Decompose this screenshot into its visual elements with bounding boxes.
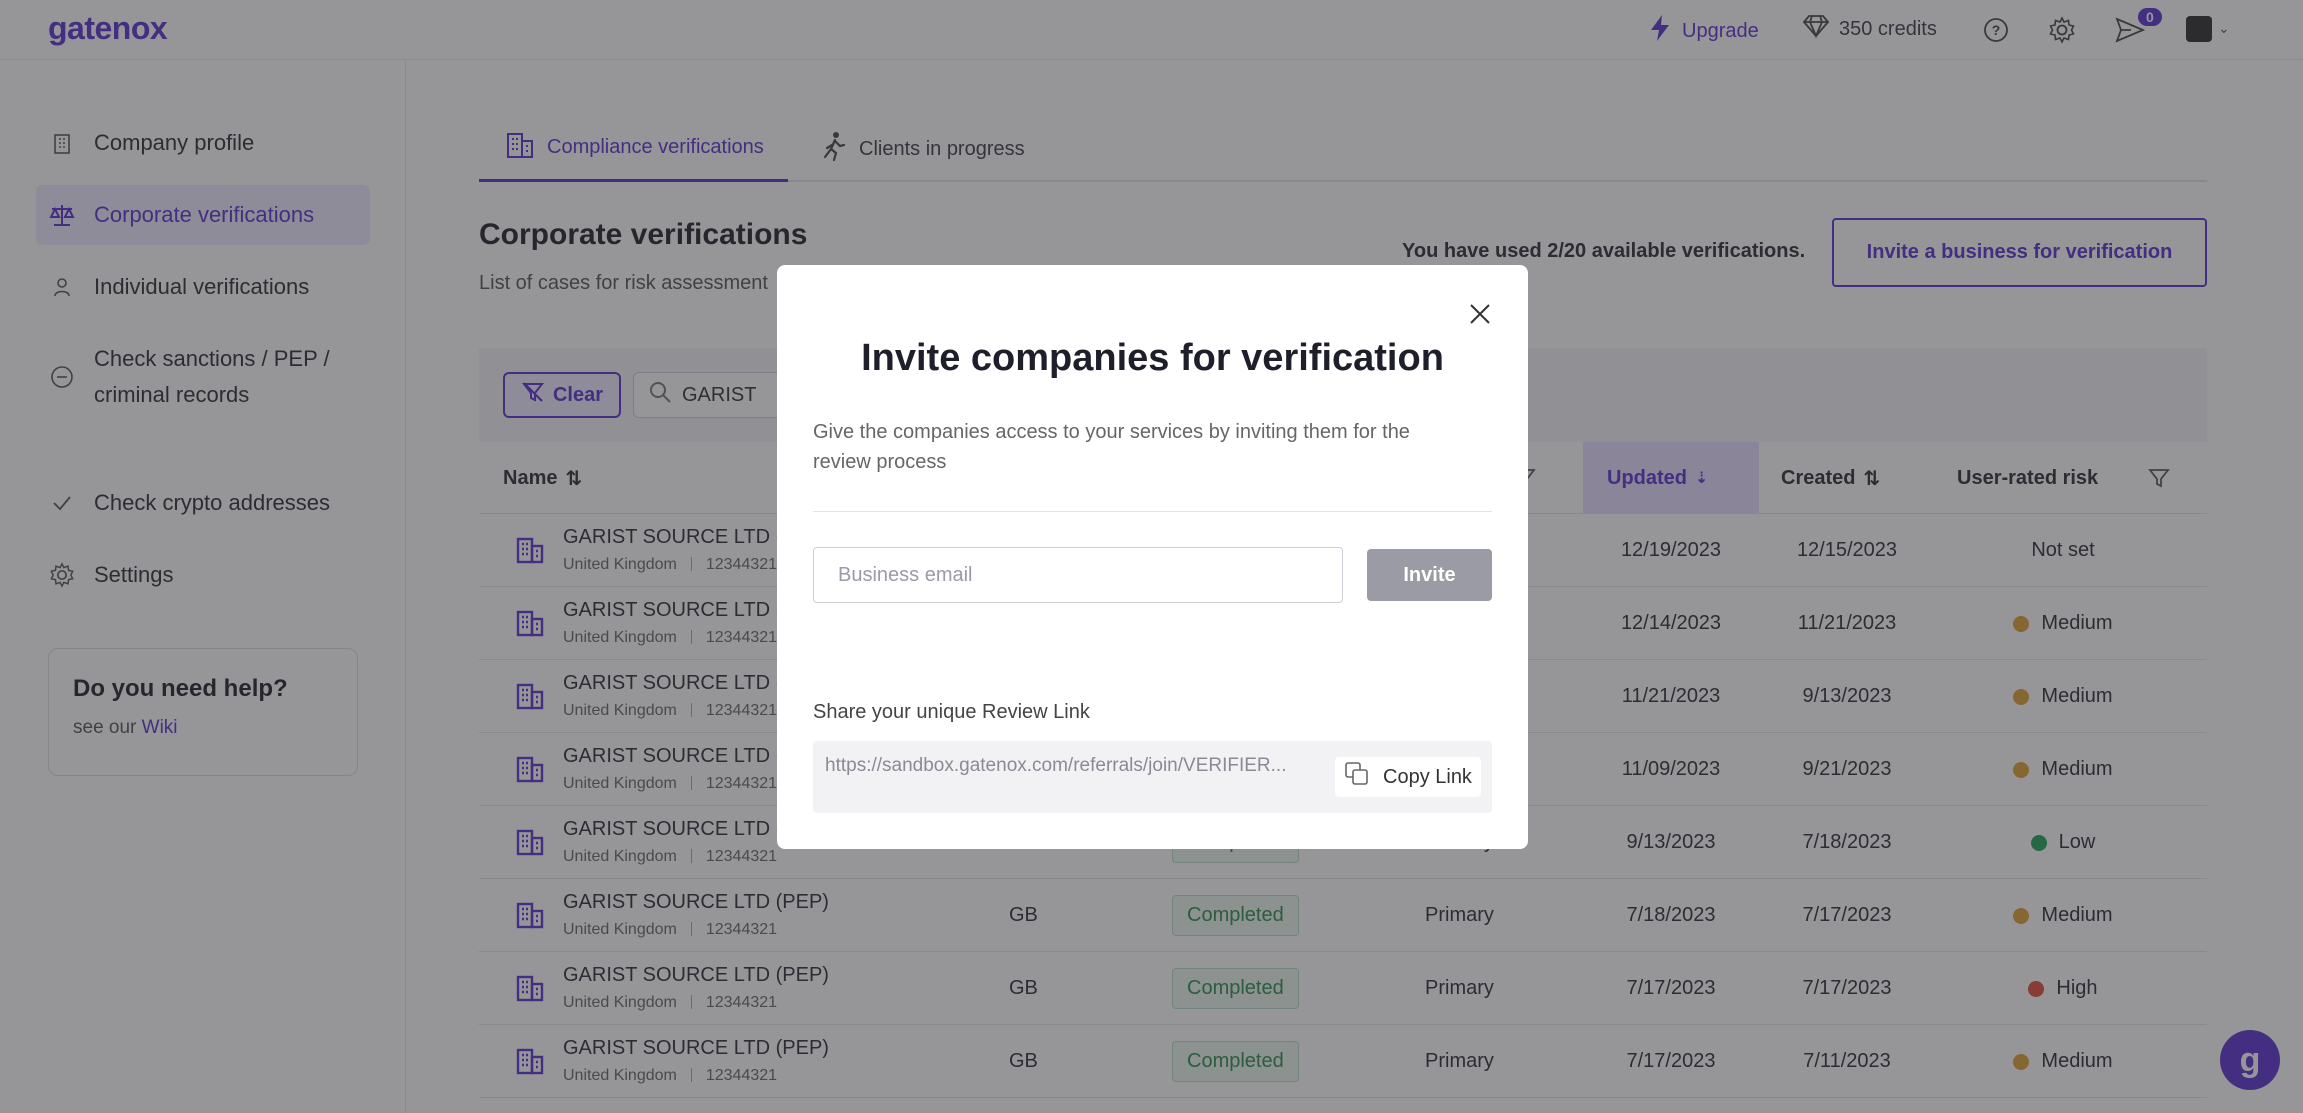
review-link-box: https://sandbox.gatenox.com/referrals/jo… bbox=[813, 741, 1492, 813]
business-email-field[interactable] bbox=[813, 547, 1343, 603]
invite-modal: Invite companies for verification Give t… bbox=[777, 265, 1528, 849]
invite-button[interactable]: Invite bbox=[1367, 549, 1492, 601]
copy-icon bbox=[1343, 760, 1371, 794]
review-link-text[interactable]: https://sandbox.gatenox.com/referrals/jo… bbox=[825, 755, 1325, 777]
divider bbox=[813, 511, 1492, 512]
modal-title: Invite companies for verification bbox=[861, 337, 1444, 379]
copy-link-label: Copy Link bbox=[1383, 765, 1472, 788]
copy-link-button[interactable]: Copy Link bbox=[1335, 757, 1481, 797]
modal-description: Give the companies access to your servic… bbox=[813, 421, 1410, 473]
close-icon[interactable] bbox=[1465, 299, 1495, 329]
share-link-label: Share your unique Review Link bbox=[813, 701, 1090, 723]
